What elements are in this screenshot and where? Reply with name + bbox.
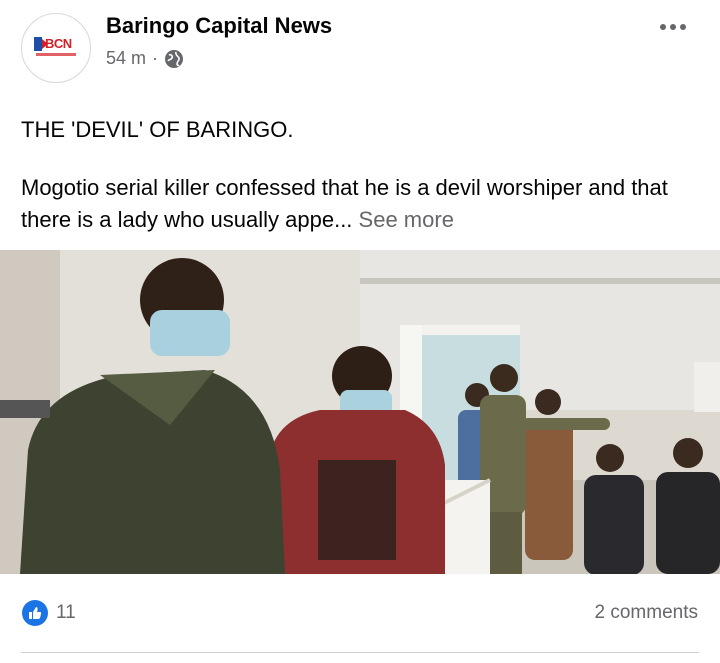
thumbs-up-icon[interactable]	[22, 600, 48, 626]
globe-icon	[165, 49, 184, 68]
timestamp[interactable]: 54 m	[106, 48, 146, 69]
post-caption: THE 'DEVIL' OF BARINGO. Mogotio serial k…	[21, 114, 701, 236]
post-meta: 54 m ·	[106, 48, 184, 69]
see-more-link[interactable]: See more	[359, 207, 454, 232]
like-count[interactable]: 11	[56, 602, 76, 624]
page-name[interactable]: Baringo Capital News	[106, 13, 332, 39]
post-footer: 11 2 comments	[0, 585, 720, 645]
more-options-icon[interactable]	[654, 14, 692, 40]
comments-count[interactable]: 2 comments	[595, 602, 698, 624]
bcn-logo: BCN	[34, 36, 78, 60]
caption-title: THE 'DEVIL' OF BARINGO.	[21, 117, 294, 142]
page-avatar[interactable]: BCN	[21, 13, 91, 83]
courtroom-photo	[0, 250, 720, 574]
post-photo[interactable]	[0, 250, 720, 574]
meta-separator: ·	[152, 48, 159, 68]
post-header: BCN Baringo Capital News 54 m ·	[0, 0, 720, 100]
caption-body: Mogotio serial killer confessed that he …	[21, 175, 668, 232]
footer-divider	[21, 652, 699, 653]
